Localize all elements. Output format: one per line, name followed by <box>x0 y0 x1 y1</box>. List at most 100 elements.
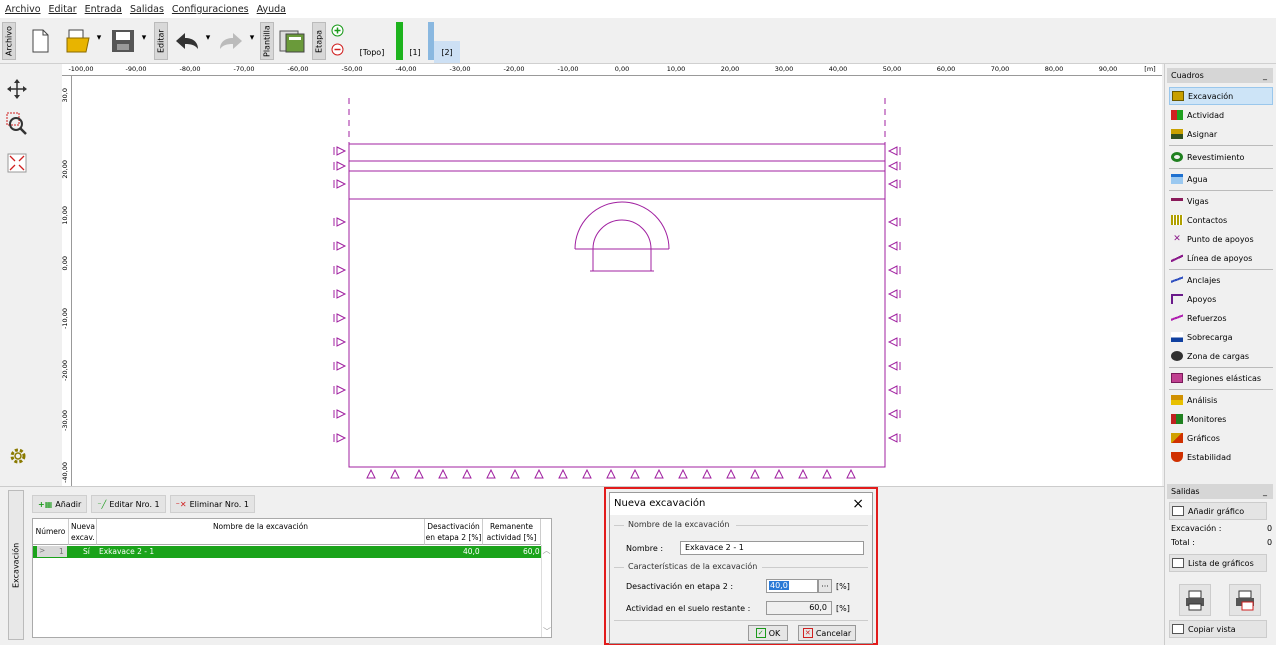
group-line <box>614 567 624 568</box>
undo-icon[interactable] <box>172 26 202 56</box>
cuadro-linea-apoyos[interactable]: Línea de apoyos <box>1169 249 1273 267</box>
left-supports <box>333 146 347 443</box>
stage-topo-tab[interactable]: [Topo] <box>350 41 394 63</box>
cuadro-actividad[interactable]: Actividad <box>1169 106 1273 124</box>
add-stage-icon[interactable] <box>330 23 344 37</box>
cuadro-regiones-elasticas[interactable]: Regiones elásticas <box>1169 369 1273 387</box>
list-graphs-button[interactable]: Lista de gráficos <box>1169 554 1267 572</box>
bottom-supports <box>366 468 856 479</box>
add-graph-icon <box>1172 506 1184 516</box>
ruler-tick: -70,00 <box>233 65 255 73</box>
lining-icon <box>1171 152 1183 162</box>
cuadro-punto-apoyos[interactable]: ✕ Punto de apoyos <box>1169 230 1273 248</box>
fit-view-icon[interactable] <box>6 152 28 174</box>
print-preview-icon[interactable] <box>1229 584 1261 616</box>
cuadro-contactos[interactable]: Contactos <box>1169 211 1273 229</box>
ruler-tick: 20,00 <box>720 65 740 73</box>
delete-button[interactable]: ⁻✕ Eliminar Nro. 1 <box>169 495 255 513</box>
cuadro-apoyos[interactable]: Apoyos <box>1169 290 1273 308</box>
more-options-button[interactable]: ··· <box>818 579 832 593</box>
stage-2-tab[interactable]: [2] <box>434 41 460 63</box>
cuadro-anclajes[interactable]: Anclajes <box>1169 271 1273 289</box>
stability-icon <box>1171 452 1183 462</box>
cuadro-estabilidad[interactable]: Estabilidad <box>1169 448 1273 466</box>
minimize-icon[interactable]: _ <box>1263 68 1267 83</box>
menu-configuraciones[interactable]: Configuraciones <box>172 4 249 15</box>
copy-view-button[interactable]: Copiar vista <box>1169 620 1267 638</box>
chevron-down-icon[interactable]: ▾ <box>248 32 256 44</box>
excavation-count: 0 <box>1267 524 1273 533</box>
menu-editar[interactable]: Editar <box>49 4 77 15</box>
archivo-group-label: Archivo <box>2 22 16 60</box>
model-canvas[interactable] <box>72 76 1162 486</box>
activity-icon <box>1171 110 1183 120</box>
cuadro-graficos[interactable]: Gráficos <box>1169 429 1273 447</box>
table-row[interactable]: > 1 Sí Exkavace 2 - 1 40,0 60,0 <box>33 546 541 558</box>
cuadro-refuerzos[interactable]: Refuerzos <box>1169 309 1273 327</box>
redo-icon[interactable] <box>216 26 246 56</box>
cuadro-label: Vigas <box>1187 196 1209 206</box>
chevron-down-icon[interactable]: ▾ <box>204 32 212 44</box>
settings-gear-icon[interactable] <box>6 444 30 468</box>
name-input[interactable]: Exkavace 2 - 1 <box>680 541 864 555</box>
cuadro-zona-cargas[interactable]: Zona de cargas <box>1169 347 1273 365</box>
ok-button[interactable]: ✓ OK <box>748 625 788 641</box>
save-icon[interactable] <box>108 26 138 56</box>
vruler-tick: 30,0 <box>61 88 69 103</box>
row-name: Exkavace 2 - 1 <box>99 547 155 556</box>
print-icon[interactable] <box>1179 584 1211 616</box>
open-file-icon[interactable] <box>64 26 94 56</box>
remove-stage-icon[interactable] <box>330 42 344 56</box>
cuadros-header: Cuadros _ <box>1167 68 1273 83</box>
cuadro-sobrecarga[interactable]: Sobrecarga <box>1169 328 1273 346</box>
separator <box>1169 367 1273 368</box>
cross-icon: ✕ <box>802 628 813 638</box>
cuadro-asignar[interactable]: Asignar <box>1169 125 1273 143</box>
edit-button[interactable]: ⁻╱ Editar Nro. 1 <box>91 495 166 513</box>
chevron-down-icon[interactable]: ▾ <box>95 32 103 44</box>
add-button[interactable]: +▦ Añadir <box>32 495 88 513</box>
scroll-down-icon[interactable]: ﹀ <box>543 626 551 637</box>
scroll-up-icon[interactable]: ︿ <box>543 546 551 555</box>
salidas-header: Salidas _ <box>1167 484 1273 499</box>
copy-view-icon <box>1172 624 1184 634</box>
deactivation-input[interactable]: 40,0 <box>766 579 818 593</box>
menu-entrada[interactable]: Entrada <box>85 4 122 15</box>
separator <box>1169 190 1273 191</box>
menu-ayuda[interactable]: Ayuda <box>257 4 286 15</box>
add-graph-label: Añadir gráfico <box>1188 506 1245 516</box>
analysis-icon <box>1171 395 1183 405</box>
close-icon[interactable]: × <box>852 493 864 515</box>
model-drawing <box>333 98 901 479</box>
template-icon[interactable] <box>277 26 307 56</box>
row-remaining: 60,0 <box>523 547 540 556</box>
stage-1-tab[interactable]: [1] <box>404 41 426 63</box>
cuadro-monitores[interactable]: Monitores <box>1169 410 1273 428</box>
cuadro-agua[interactable]: Agua <box>1169 170 1273 188</box>
minimize-icon[interactable]: _ <box>1263 484 1267 499</box>
graphs-icon <box>1171 433 1183 443</box>
cuadro-vigas[interactable]: Vigas <box>1169 192 1273 210</box>
water-icon <box>1171 174 1183 184</box>
cuadro-label: Revestimiento <box>1187 152 1245 162</box>
cuadro-excavacion[interactable]: Excavación <box>1169 87 1273 105</box>
contacts-icon <box>1171 215 1183 225</box>
excavation-icon <box>1172 91 1184 101</box>
add-graph-button[interactable]: Añadir gráfico <box>1169 502 1267 520</box>
cuadro-analisis[interactable]: Análisis <box>1169 391 1273 409</box>
salidas-title: Salidas <box>1171 487 1200 496</box>
menu-salidas[interactable]: Salidas <box>130 4 164 15</box>
cancel-button[interactable]: ✕ Cancelar <box>798 625 856 641</box>
ruler-tick: 0,00 <box>614 65 630 73</box>
zoom-icon[interactable] <box>6 112 28 136</box>
pan-icon[interactable] <box>6 78 28 100</box>
total-count-label: Total : <box>1171 538 1195 547</box>
chevron-down-icon[interactable]: ▾ <box>140 32 148 44</box>
table-scrollbar[interactable]: ︿ ﹀ <box>541 545 551 637</box>
cuadro-label: Agua <box>1187 174 1208 184</box>
menu-archivo[interactable]: Archivo <box>5 4 41 15</box>
cuadro-revestimiento[interactable]: Revestimiento <box>1169 148 1273 166</box>
col-remaining: Remanente actividad [%] <box>483 519 541 545</box>
ruler-tick: -100,00 <box>68 65 94 73</box>
new-file-icon[interactable] <box>28 26 52 56</box>
